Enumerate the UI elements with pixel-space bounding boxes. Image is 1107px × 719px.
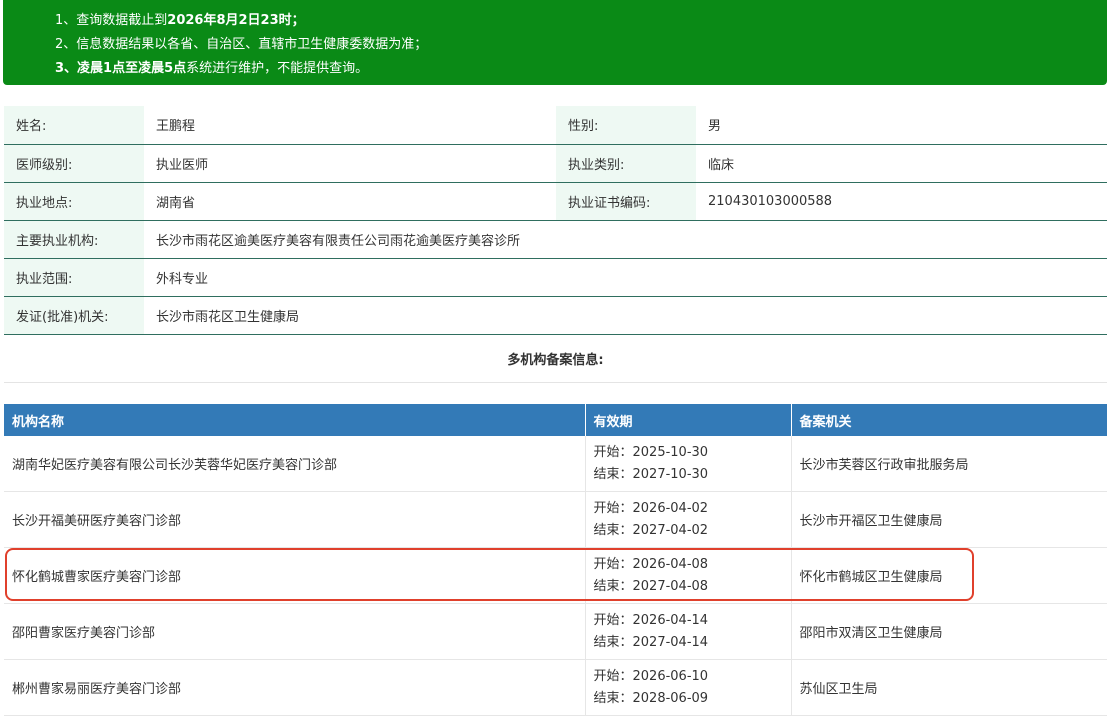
name-label: 姓名: bbox=[4, 106, 144, 145]
start-date: 开始：2026-04-02 bbox=[593, 500, 709, 516]
institution-name: 邵阳曹家医疗美容门诊部 bbox=[4, 603, 586, 660]
name-value: 王鹏程 bbox=[144, 106, 556, 145]
info-row: 主要执业机构: 长沙市雨花区逾美医疗美容有限责任公司雨花逾美医疗美容诊所 bbox=[4, 220, 1107, 259]
start-date: 开始：2026-04-08 bbox=[593, 556, 709, 572]
info-row: 医师级别: 执业医师 执业类别: 临床 bbox=[4, 144, 1107, 183]
info-row: 执业范围: 外科专业 bbox=[4, 258, 1107, 297]
table-row: 邵阳曹家医疗美容门诊部 开始：2026-04-14 结束：2027-04-14 邵… bbox=[4, 603, 1107, 660]
cert-label: 执业证书编码: bbox=[556, 182, 696, 221]
table-row: 怀化鹤城曹家医疗美容门诊部 开始：2026-04-08 结束：2027-04-08… bbox=[4, 547, 1107, 604]
filing-authority: 长沙市芙蓉区行政审批服务局 bbox=[791, 436, 1107, 492]
validity-cell: 开始：2026-04-02 结束：2027-04-02 bbox=[585, 491, 792, 548]
filing-authority: 长沙市开福区卫生健康局 bbox=[791, 491, 1107, 548]
gender-value: 男 bbox=[696, 106, 1107, 145]
start-date: 开始：2026-06-10 bbox=[593, 668, 709, 684]
start-date: 开始：2025-10-30 bbox=[593, 444, 709, 460]
header-filing-authority: 备案机关 bbox=[791, 404, 1107, 436]
scope-label: 执业范围: bbox=[4, 258, 144, 297]
info-row: 姓名: 王鹏程 性别: 男 bbox=[4, 106, 1107, 145]
level-value: 执业医师 bbox=[144, 144, 556, 183]
header-institution-name: 机构名称 bbox=[4, 404, 586, 436]
notice-line-1: 1、查询数据截止到2026年8月2日23时； bbox=[55, 13, 305, 28]
cert-value: 210430103000588 bbox=[696, 182, 1107, 221]
location-value: 湖南省 bbox=[144, 182, 556, 221]
notice-line-3: 3、凌晨1点至凌晨5点系统进行维护，不能提供查询。 bbox=[55, 61, 369, 76]
validity-cell: 开始：2025-10-30 结束：2027-10-30 bbox=[585, 436, 792, 492]
end-date: 结束：2028-06-09 bbox=[593, 690, 709, 706]
validity-cell: 开始：2026-04-14 结束：2027-04-14 bbox=[585, 603, 792, 660]
notice-banner: 1、查询数据截止到2026年8月2日23时； 2、信息数据结果以各省、自治区、直… bbox=[3, 0, 1107, 85]
table-row: 长沙开福美研医疗美容门诊部 开始：2026-04-02 结束：2027-04-02… bbox=[4, 491, 1107, 548]
header-validity: 有效期 bbox=[585, 404, 792, 436]
institution-name: 长沙开福美研医疗美容门诊部 bbox=[4, 491, 586, 548]
institution-value: 长沙市雨花区逾美医疗美容有限责任公司雨花逾美医疗美容诊所 bbox=[144, 220, 1107, 259]
location-label: 执业地点: bbox=[4, 182, 144, 221]
table-row: 湖南华妃医疗美容有限公司长沙芙蓉华妃医疗美容门诊部 开始：2025-10-30 结… bbox=[4, 436, 1107, 492]
end-date: 结束：2027-04-08 bbox=[593, 578, 709, 594]
notice-line-2: 2、信息数据结果以各省、自治区、直辖市卫生健康委数据为准； bbox=[55, 37, 428, 52]
doctor-info-table: 姓名: 王鹏程 性别: 男 医师级别: 执业医师 执业类别: 临床 执业地点: … bbox=[4, 106, 1107, 335]
institution-name: 怀化鹤城曹家医疗美容门诊部 bbox=[4, 547, 586, 604]
info-row: 发证(批准)机关: 长沙市雨花区卫生健康局 bbox=[4, 296, 1107, 335]
authority-label: 发证(批准)机关: bbox=[4, 296, 144, 335]
institution-name: 郴州曹家易丽医疗美容门诊部 bbox=[4, 659, 586, 716]
table-row: 郴州曹家易丽医疗美容门诊部 开始：2026-06-10 结束：2028-06-09… bbox=[4, 659, 1107, 716]
gender-label: 性别: bbox=[556, 106, 696, 145]
scope-value: 外科专业 bbox=[144, 258, 1107, 297]
category-value: 临床 bbox=[696, 144, 1107, 183]
level-label: 医师级别: bbox=[4, 144, 144, 183]
institutions-table: 机构名称 有效期 备案机关 湖南华妃医疗美容有限公司长沙芙蓉华妃医疗美容门诊部 … bbox=[4, 404, 1107, 716]
filing-authority: 苏仙区卫生局 bbox=[791, 659, 1107, 716]
authority-value: 长沙市雨花区卫生健康局 bbox=[144, 296, 1107, 335]
validity-cell: 开始：2026-06-10 结束：2028-06-09 bbox=[585, 659, 792, 716]
institution-label: 主要执业机构: bbox=[4, 220, 144, 259]
end-date: 结束：2027-04-14 bbox=[593, 634, 709, 650]
validity-cell: 开始：2026-04-08 结束：2027-04-08 bbox=[585, 547, 792, 604]
table-header-row: 机构名称 有效期 备案机关 bbox=[4, 404, 1107, 436]
category-label: 执业类别: bbox=[556, 144, 696, 183]
start-date: 开始：2026-04-14 bbox=[593, 612, 709, 628]
end-date: 结束：2027-10-30 bbox=[593, 466, 709, 482]
institution-name: 湖南华妃医疗美容有限公司长沙芙蓉华妃医疗美容门诊部 bbox=[4, 436, 586, 492]
filing-authority: 怀化市鹤城区卫生健康局 bbox=[791, 547, 1107, 604]
filing-authority: 邵阳市双清区卫生健康局 bbox=[791, 603, 1107, 660]
info-row: 执业地点: 湖南省 执业证书编码: 210430103000588 bbox=[4, 182, 1107, 221]
multi-institution-title: 多机构备案信息: bbox=[4, 340, 1107, 383]
end-date: 结束：2027-04-02 bbox=[593, 522, 709, 538]
